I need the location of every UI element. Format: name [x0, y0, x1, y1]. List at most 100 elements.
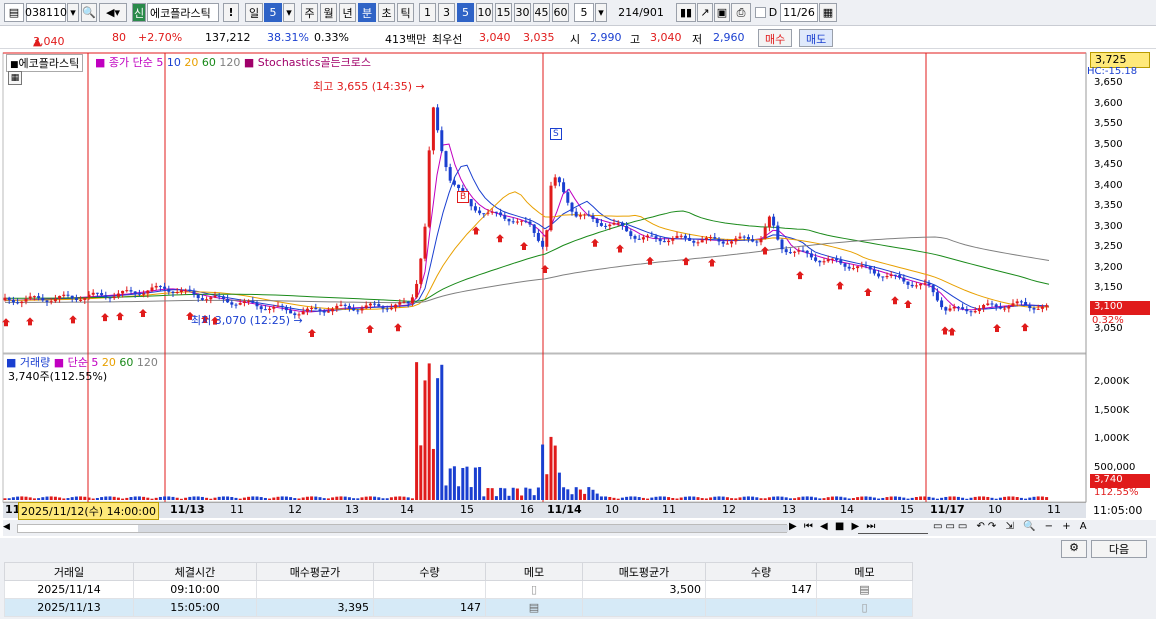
- low-price: 2,960: [713, 31, 745, 44]
- candlestick-chart[interactable]: [0, 50, 1156, 518]
- candle-icon[interactable]: ▮▮: [676, 3, 696, 22]
- date-input[interactable]: 11/26: [780, 3, 818, 22]
- line-tool-icon[interactable]: ↗: [697, 3, 713, 22]
- memo-icon[interactable]: ▤: [485, 598, 583, 617]
- volume-bar: [515, 488, 519, 500]
- save-icon[interactable]: ▣: [714, 3, 730, 22]
- candle: [1032, 308, 1036, 310]
- interval-dropdown[interactable]: ▾: [595, 3, 607, 22]
- col-qty2: 수량: [705, 562, 817, 581]
- stock-code-input[interactable]: 038110: [25, 3, 67, 22]
- date-checkbox[interactable]: [755, 7, 766, 18]
- scrollbar-thumb[interactable]: [138, 525, 788, 532]
- volume-bar: [167, 496, 171, 500]
- interval-45[interactable]: 45: [533, 3, 550, 22]
- volume-bar: [1028, 497, 1032, 500]
- table-row[interactable]: 2025/11/14 09:10:00 ▯ 3,500 147 ▤: [4, 580, 913, 599]
- buy-signal-marker: B: [457, 191, 470, 203]
- volume-bar: [259, 497, 263, 500]
- next-button[interactable]: 다음: [1091, 540, 1147, 558]
- table-row[interactable]: 2025/11/13 15:05:00 3,395 147 ▤ ▯: [4, 598, 913, 617]
- volume-bar: [977, 496, 981, 500]
- volume-bar: [11, 497, 15, 500]
- candle: [37, 296, 41, 298]
- candle: [982, 304, 986, 309]
- volume-bar: [53, 496, 57, 500]
- candle: [898, 275, 902, 278]
- volume-bar: [461, 467, 465, 500]
- volume-bar: [935, 498, 939, 500]
- volume-bar: [679, 497, 683, 500]
- candle: [226, 298, 230, 303]
- week-button[interactable]: 주: [301, 3, 318, 22]
- candle: [499, 212, 503, 216]
- print-icon[interactable]: ⎙: [731, 3, 751, 22]
- scroll-left-icon[interactable]: ◀: [3, 522, 15, 534]
- chart-tool-icons[interactable]: ▭▭▭ ↶↷ ⇲ 🔍 − + A: [933, 521, 1090, 532]
- grid-icon[interactable]: ▦: [8, 71, 22, 85]
- volume-bar: [364, 496, 368, 500]
- code-dropdown[interactable]: ▾: [67, 3, 79, 22]
- speaker-icon[interactable]: ◀▾: [99, 3, 127, 22]
- zoom-slider[interactable]: [858, 522, 928, 534]
- volume-bar: [373, 496, 377, 500]
- day-dropdown[interactable]: ▾: [283, 3, 295, 22]
- day-button[interactable]: 일: [245, 3, 263, 22]
- candle: [532, 224, 536, 233]
- interval-60[interactable]: 60: [552, 3, 569, 22]
- volume-bar: [751, 496, 755, 500]
- volume-bar: [318, 497, 322, 500]
- volume-bar: [944, 496, 948, 500]
- chart-icon[interactable]: ▤: [4, 3, 24, 22]
- volume-bar: [112, 496, 116, 500]
- candle: [280, 305, 284, 308]
- interval-input[interactable]: 5: [574, 3, 594, 22]
- interval-15[interactable]: 15: [495, 3, 512, 22]
- volume-bar: [482, 496, 486, 500]
- change-rate: +2.70%: [138, 31, 183, 44]
- second-button[interactable]: 초: [378, 3, 395, 22]
- volume-bar: [356, 498, 360, 500]
- tick-button[interactable]: 틱: [397, 3, 414, 22]
- candle: [738, 236, 742, 239]
- alert-button[interactable]: !: [223, 3, 239, 22]
- volume-bar: [234, 497, 238, 500]
- year-button[interactable]: 년: [339, 3, 356, 22]
- candle: [95, 292, 99, 294]
- minute-button[interactable]: 분: [358, 3, 376, 22]
- volume-badge: 3,740: [1090, 474, 1150, 488]
- search-icon[interactable]: 🔍: [81, 3, 97, 22]
- volume-bar: [541, 444, 545, 500]
- day-num-button[interactable]: 5: [264, 3, 282, 22]
- memo-empty-icon[interactable]: ▯: [485, 580, 583, 599]
- interval-3[interactable]: 3: [438, 3, 455, 22]
- volume-bar: [49, 496, 53, 500]
- candle: [305, 308, 309, 312]
- volume-bar: [427, 363, 431, 500]
- high-price: 3,040: [650, 31, 682, 44]
- memo-empty-icon[interactable]: ▯: [816, 598, 913, 617]
- scrollbar-track[interactable]: [17, 524, 788, 533]
- interval-5[interactable]: 5: [457, 3, 474, 22]
- candle: [776, 225, 780, 240]
- candle: [356, 310, 360, 312]
- volume-bar: [637, 497, 641, 500]
- memo-icon[interactable]: ▤: [816, 580, 913, 599]
- candle: [868, 266, 872, 270]
- volume-bar: [268, 498, 272, 500]
- volume-bar: [692, 496, 696, 500]
- interval-30[interactable]: 30: [514, 3, 531, 22]
- calendar-icon[interactable]: ▦: [819, 3, 837, 22]
- candle: [1019, 301, 1023, 303]
- interval-1[interactable]: 1: [419, 3, 436, 22]
- sell-button[interactable]: 매도: [799, 29, 834, 47]
- chart-scroll-row: ◀ ▶ ⏮ ◀ ■ ▶ ⏭ ▭▭▭ ↶↷ ⇲ 🔍 − + A: [3, 520, 1156, 536]
- buy-button[interactable]: 매수: [758, 29, 793, 47]
- candle: [994, 304, 998, 307]
- candle: [163, 286, 167, 289]
- month-button[interactable]: 월: [320, 3, 337, 22]
- chart-area[interactable]: ■에코플라스틱 ■ 종가 단순 5 10 20 60 120 ■ Stochas…: [0, 50, 1156, 520]
- interval-10[interactable]: 10: [476, 3, 493, 22]
- x-axis-tick: 11/13: [170, 503, 205, 516]
- settings-gear-icon[interactable]: ⚙: [1061, 540, 1087, 558]
